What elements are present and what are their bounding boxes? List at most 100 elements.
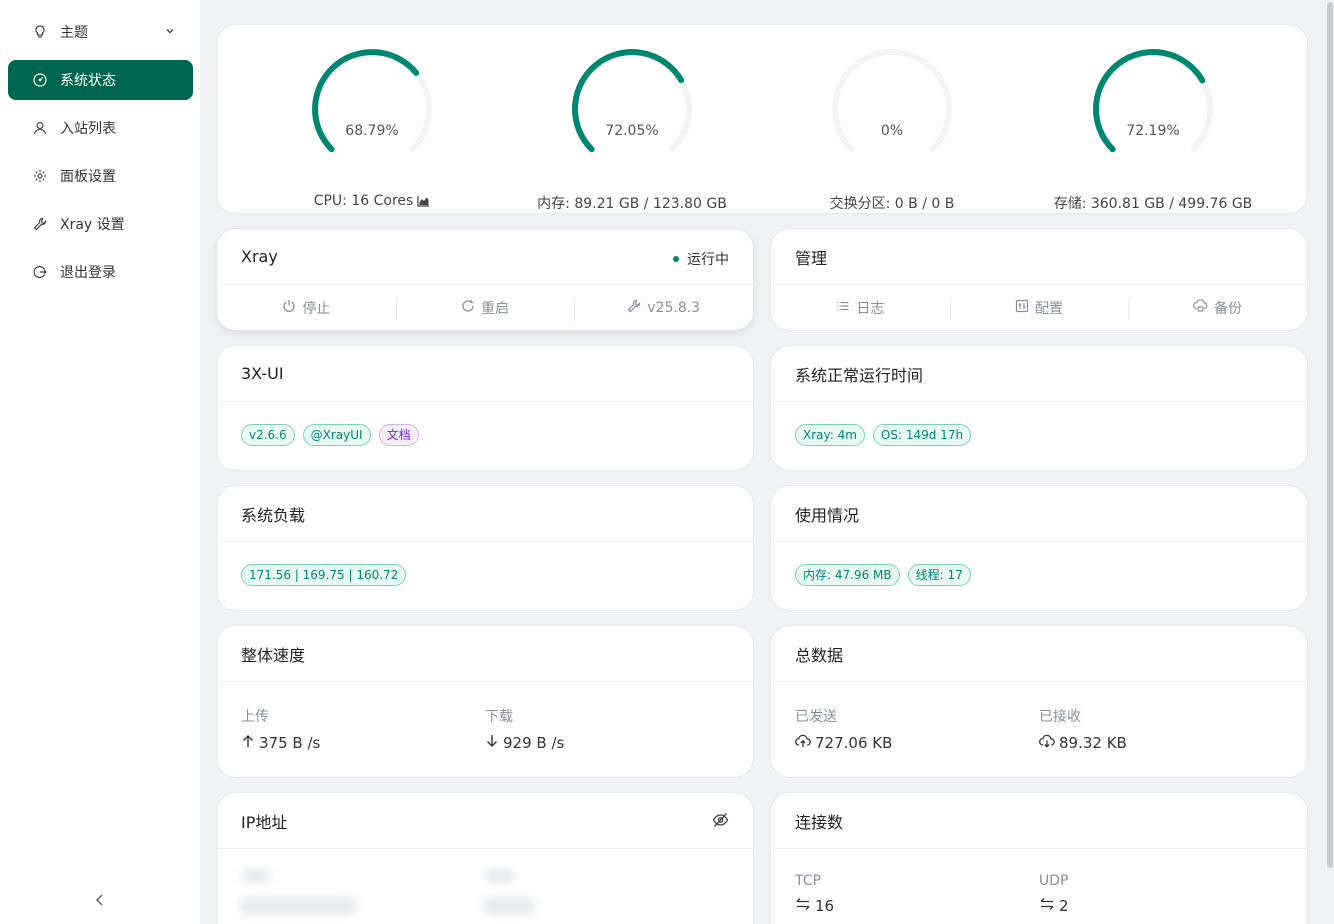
received-value-text: 89.32 KB <box>1059 734 1127 752</box>
system-load-card: 系统负载 171.56 | 169.75 | 160.72 <box>216 485 754 611</box>
user-icon <box>32 120 48 136</box>
sent-value: 727.06 KB <box>795 734 1039 752</box>
connections-header: 连接数 <box>771 793 1307 849</box>
sidebar: 主题 系统状态 入站列表 面板设置 Xray 设置 退出登录 <box>0 0 200 924</box>
overall-speed-stats: 上传 375 B /s 下载 929 B /s <box>217 682 753 752</box>
udp-value: 2 <box>1039 897 1283 915</box>
panel-version-tag[interactable]: v2.6.6 <box>241 424 295 446</box>
scrollbar-thumb[interactable] <box>1327 2 1333 868</box>
logs-button[interactable]: 日志 <box>771 298 950 318</box>
swap-gauge-arc <box>832 49 952 153</box>
tcp-value-text: 16 <box>815 897 835 915</box>
status-dot-icon <box>673 256 679 262</box>
sidebar-collapse-button[interactable] <box>90 890 110 910</box>
upload-value: 375 B /s <box>241 734 485 752</box>
sidebar-item-xray-settings[interactable]: Xray 设置 <box>8 204 193 244</box>
sent-label: 已发送 <box>795 709 837 725</box>
cpu-label: CPU: 16 Cores <box>232 193 512 209</box>
sidebar-item-label: 退出登录 <box>60 265 116 281</box>
upload-stat: 上传 375 B /s <box>241 706 485 752</box>
overall-speed-card: 整体速度 上传 375 B /s 下载 929 B /s <box>216 625 754 778</box>
wrench-icon <box>627 299 641 317</box>
swap-arrows-icon <box>1039 897 1055 915</box>
chevron-left-icon <box>95 891 105 910</box>
sidebar-item-label: 主题 <box>60 25 88 41</box>
restart-button[interactable]: 重启 <box>395 298 575 320</box>
control-icon <box>1015 299 1029 317</box>
memory-gauge: 72.05% 内存: 89.21 GB / 123.80 GB <box>532 47 732 212</box>
xray-card-title: Xray <box>241 247 278 266</box>
sidebar-item-inbounds[interactable]: 入站列表 <box>8 108 193 148</box>
sidebar-item-panel-settings[interactable]: 面板设置 <box>8 156 193 196</box>
usage-title: 使用情况 <box>795 505 860 525</box>
uptime-card: 系统正常运行时间 Xray: 4m OS: 149d 17h <box>770 345 1308 471</box>
cpu-gauge: 68.79% CPU: 16 Cores <box>272 47 472 209</box>
sidebar-item-logout[interactable]: 退出登录 <box>8 252 193 292</box>
ipv6-label-blurred <box>485 869 515 883</box>
upload-label: 上传 <box>241 709 269 725</box>
cpu-gauge-arc <box>312 49 432 153</box>
memory-label: 内存: 89.21 GB / 123.80 GB <box>537 196 727 212</box>
tcp-value: 16 <box>795 897 1039 915</box>
tcp-label: TCP <box>795 873 821 889</box>
udp-label: UDP <box>1039 873 1069 889</box>
ip-address-title: IP地址 <box>241 812 288 832</box>
cloud-download-icon <box>1039 734 1055 752</box>
stop-label: 停止 <box>302 301 331 317</box>
sidebar-item-label: 入站列表 <box>60 121 116 137</box>
storage-gauge-arc <box>1093 49 1213 153</box>
sent-value-text: 727.06 KB <box>815 734 893 752</box>
xray-uptime-tag: Xray: 4m <box>795 424 865 446</box>
system-gauges-card: 68.79% CPU: 16 Cores 72.05% 内存: 89.21 GB… <box>216 24 1308 214</box>
eye-invisible-icon[interactable] <box>712 812 729 832</box>
memory-percent: 72.05% <box>605 123 659 139</box>
total-traffic-title: 总数据 <box>795 645 844 665</box>
sidebar-item-system-status[interactable]: 系统状态 <box>8 60 193 100</box>
sidebar-item-theme[interactable]: 主题 <box>8 12 193 52</box>
download-value: 929 B /s <box>485 734 729 752</box>
cpu-label-text: CPU: 16 Cores <box>313 193 414 209</box>
os-uptime-tag: OS: 149d 17h <box>872 424 972 446</box>
docs-tag[interactable]: 文档 <box>378 424 419 446</box>
bulb-icon <box>32 24 48 40</box>
panel-info-card: 3X-UI v2.6.6 @XrayUI 文档 <box>216 345 754 471</box>
ip-address-header: IP地址 <box>217 793 753 849</box>
usage-tags: 内存: 47.96 MB 线程: 17 <box>771 542 1307 586</box>
backup-button[interactable]: 备份 <box>1128 298 1307 320</box>
overall-speed-title: 整体速度 <box>241 645 306 665</box>
area-chart-icon[interactable] <box>417 195 430 207</box>
manage-card-header: 管理 <box>771 229 1307 285</box>
udp-value-text: 2 <box>1059 897 1069 915</box>
restart-label: 重启 <box>481 301 509 317</box>
connections-stats: TCP 16 UDP 2 <box>771 849 1307 915</box>
received-stat: 已接收 89.32 KB <box>1039 706 1283 752</box>
uptime-tags: Xray: 4m OS: 149d 17h <box>771 402 1307 446</box>
reload-icon <box>461 299 475 317</box>
download-stat: 下载 929 B /s <box>485 706 729 752</box>
memory-usage-tag: 内存: 47.96 MB <box>795 564 900 586</box>
stop-button[interactable]: 停止 <box>217 298 396 318</box>
storage-gauge: 72.19% 存储: 360.81 GB / 499.76 GB <box>1053 47 1253 212</box>
telegram-channel-tag[interactable]: @XrayUI <box>302 424 371 446</box>
received-value: 89.32 KB <box>1039 734 1283 752</box>
sidebar-item-label: 系统状态 <box>60 73 116 89</box>
overall-speed-header: 整体速度 <box>217 626 753 682</box>
xray-status-badge: 运行中 <box>673 249 729 269</box>
cloud-upload-icon <box>795 734 811 752</box>
config-button[interactable]: 配置 <box>949 298 1129 320</box>
total-traffic-stats: 已发送 727.06 KB 已接收 89.32 KB <box>771 682 1307 752</box>
manage-card: 管理 日志 配置 备份 <box>770 228 1308 331</box>
connections-card: 连接数 TCP 16 UDP 2 <box>770 792 1308 924</box>
panel-info-tags: v2.6.6 @XrayUI 文档 <box>217 402 753 446</box>
gear-icon <box>32 168 48 184</box>
wrench-icon <box>32 216 48 232</box>
xray-version-button[interactable]: v25.8.3 <box>574 299 753 321</box>
storage-percent: 72.19% <box>1126 123 1180 139</box>
cloud-server-icon <box>1193 299 1208 317</box>
panel-info-title: 3X-UI <box>241 364 284 383</box>
xray-card: Xray 运行中 停止 重启 v25.8.3 <box>216 228 754 331</box>
power-icon <box>282 299 296 317</box>
uptime-title: 系统正常运行时间 <box>795 365 924 385</box>
page-scrollbar[interactable] <box>1326 0 1334 924</box>
received-label: 已接收 <box>1039 709 1081 725</box>
